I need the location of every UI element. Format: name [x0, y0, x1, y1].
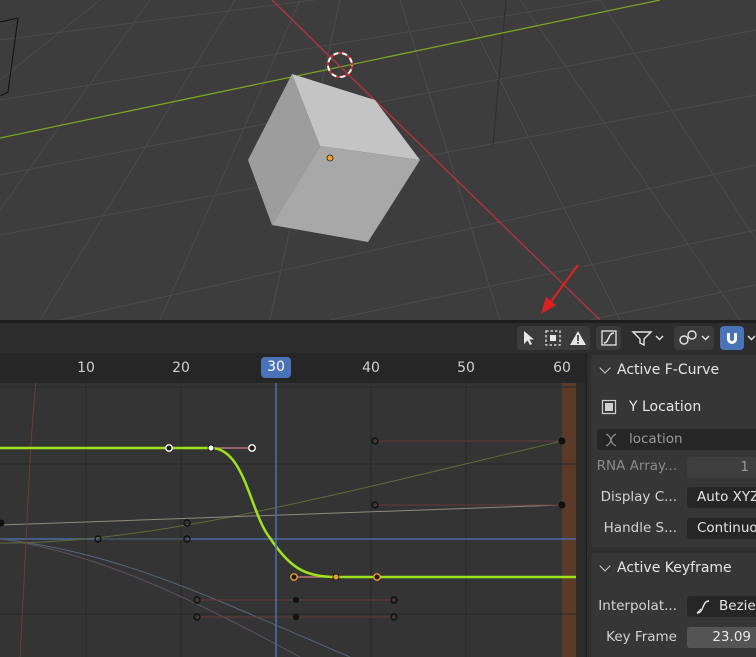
interpolation-label: Interpolat...: [598, 598, 677, 614]
ruler-tick: 40: [362, 360, 380, 376]
chevron-down-icon[interactable]: [599, 362, 611, 374]
proportional-icon[interactable]: [674, 326, 714, 350]
viewport-scene: [0, 0, 756, 320]
graph-curves: [0, 353, 586, 657]
ruler-tick: 60: [553, 360, 571, 376]
normalize-icon[interactable]: [596, 326, 621, 350]
sidebar-panel: Active F-Curve Y Location location RNA A…: [586, 353, 756, 657]
chevron-down-icon[interactable]: [599, 560, 611, 572]
panel-title[interactable]: Active Keyframe: [617, 560, 732, 576]
select-tool-icon[interactable]: [517, 326, 541, 350]
graph-editor-header: [0, 323, 756, 353]
snap-icon[interactable]: [720, 326, 744, 350]
key-frame-label: Key Frame: [606, 629, 677, 645]
handle-smoothing-dropdown[interactable]: Continuous: [687, 518, 756, 539]
key-frame-field[interactable]: 23.09: [687, 627, 756, 648]
fcurve-channel-icon: [601, 399, 617, 415]
active-fcurve-panel: Active F-Curve Y Location location RNA A…: [591, 355, 756, 547]
graph-editor-canvas[interactable]: 10 20 40 50 60 30: [0, 353, 586, 657]
rna-icon: [603, 432, 619, 448]
box-select-icon[interactable]: [541, 326, 565, 350]
ruler-tick: 10: [77, 360, 95, 376]
ruler-tick: 50: [457, 360, 475, 376]
bezier-curve-icon: [695, 599, 711, 615]
snap-dropdown-icon[interactable]: [746, 326, 756, 350]
channel-name: Y Location: [629, 399, 702, 415]
handle-smoothing-label: Handle S...: [603, 520, 677, 536]
panel-title[interactable]: Active F-Curve: [617, 362, 719, 378]
frame-ruler[interactable]: 10 20 40 50 60 30: [0, 353, 586, 383]
filter-icon[interactable]: [628, 326, 668, 350]
warning-icon[interactable]: [566, 326, 590, 350]
data-path-field[interactable]: location: [597, 429, 756, 450]
ruler-tick: 20: [172, 360, 190, 376]
rna-array-label: RNA Array...: [596, 458, 677, 474]
3d-viewport[interactable]: [0, 0, 756, 320]
display-color-dropdown[interactable]: Auto XYZ: [687, 487, 756, 508]
display-color-label: Display C...: [600, 489, 677, 505]
rna-array-field[interactable]: 1: [687, 457, 756, 478]
current-frame-indicator[interactable]: 30: [261, 357, 291, 378]
active-keyframe-panel: Active Keyframe Interpolat... Bezier Key…: [591, 553, 756, 657]
